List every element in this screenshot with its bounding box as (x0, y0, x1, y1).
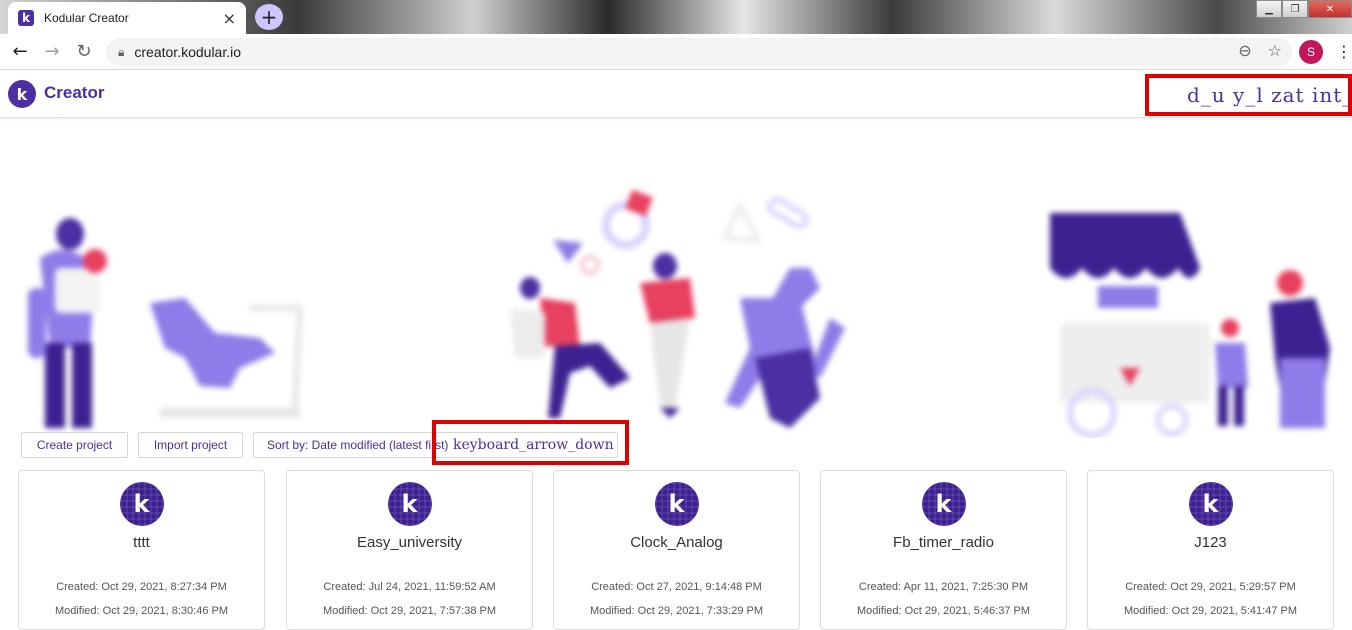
minimize-button[interactable]: ▁ (1256, 0, 1282, 18)
app-header: k Creator d_u y_l zat int_ (0, 70, 1352, 118)
browser-tab-strip: k Kodular Creator × + ▁ ❐ ✕ (0, 0, 1352, 34)
project-name: Fb_timer_radio (893, 534, 994, 551)
sort-by-label: Sort by: Date modified (latest first) (267, 438, 449, 452)
create-project-button[interactable]: Create project (21, 432, 128, 458)
project-icon: k (654, 482, 699, 526)
project-name: tttt (133, 534, 150, 551)
import-project-button[interactable]: Import project (138, 432, 243, 458)
project-name: J123 (1194, 534, 1227, 551)
forward-arrow-icon[interactable]: → (36, 41, 68, 62)
project-card[interactable]: k Easy_university Created: Jul 24, 2021,… (286, 470, 533, 630)
window-controls: ▁ ❐ ✕ (1256, 0, 1352, 18)
hero-illustration-graphic (28, 189, 1330, 438)
project-created-date: Created: Oct 29, 2021, 5:29:57 PM (1125, 581, 1296, 593)
project-icon: k (119, 482, 164, 526)
restore-button[interactable]: ❐ (1282, 0, 1308, 18)
browser-menu-icon[interactable]: ⋮ (1336, 42, 1352, 61)
account-label: d_u y_l zat int_ (1187, 83, 1352, 107)
project-modified-date: Modified: Oct 29, 2021, 7:57:38 PM (322, 605, 497, 617)
url-field[interactable]: 🔒︎ creator.kodular.io ⊖ ☆ (106, 38, 1292, 66)
bookmark-star-icon[interactable]: ☆ (1268, 41, 1282, 60)
project-name: Easy_university (356, 534, 463, 551)
project-modified-date: Modified: Oct 29, 2021, 5:46:37 PM (856, 605, 1031, 617)
zoom-icon[interactable]: ⊖ (1238, 41, 1251, 60)
project-created-date: Created: Oct 29, 2021, 8:27:34 PM (56, 581, 227, 593)
url-text: creator.kodular.io (134, 44, 242, 60)
project-card[interactable]: k tttt Created: Oct 29, 2021, 8:27:34 PM… (18, 470, 265, 630)
project-created-date: Created: Oct 27, 2021, 9:14:48 PM (591, 581, 762, 593)
project-card[interactable]: k J123 Created: Oct 29, 2021, 5:29:57 PM… (1087, 470, 1334, 630)
app-title[interactable]: Creator (44, 83, 104, 103)
keyboard-arrow-down-icon[interactable]: keyboard_arrow_down (453, 437, 614, 453)
kodular-favicon-icon: k (18, 10, 34, 26)
project-card[interactable]: k Clock_Analog Created: Oct 27, 2021, 9:… (553, 470, 800, 630)
profile-avatar[interactable]: S (1299, 40, 1323, 64)
project-created-date: Created: Jul 24, 2021, 11:59:52 AM (323, 581, 496, 593)
back-arrow-icon[interactable]: ← (4, 41, 36, 62)
project-modified-date: Modified: Oct 29, 2021, 5:41:47 PM (1123, 605, 1298, 617)
tab-title: Kodular Creator (44, 11, 129, 25)
address-bar: ← → ↻ 🔒︎ creator.kodular.io ⊖ ☆ S ⋮ (0, 34, 1352, 70)
project-created-date: Created: Apr 11, 2021, 7:25:30 PM (858, 581, 1029, 593)
lock-icon[interactable]: 🔒︎ (118, 45, 124, 60)
browser-tab[interactable]: k Kodular Creator × (8, 2, 246, 34)
new-tab-button[interactable]: + (255, 4, 283, 30)
reload-icon[interactable]: ↻ (68, 41, 100, 62)
project-modified-date: Modified: Oct 29, 2021, 7:33:29 PM (589, 605, 764, 617)
hero-illustration (0, 118, 1352, 438)
close-tab-icon[interactable]: × (223, 9, 236, 28)
close-window-button[interactable]: ✕ (1308, 0, 1352, 18)
kodular-logo-icon[interactable]: k (8, 80, 36, 108)
project-name: Clock_Analog (630, 534, 723, 551)
project-card[interactable]: k Fb_timer_radio Created: Apr 11, 2021, … (820, 470, 1067, 630)
project-icon: k (1188, 482, 1233, 526)
project-icon: k (387, 482, 432, 526)
project-modified-date: Modified: Oct 29, 2021, 8:30:46 PM (54, 605, 229, 617)
account-menu-button[interactable]: d_u y_l zat int_ (1145, 74, 1352, 116)
project-icon: k (921, 482, 966, 526)
